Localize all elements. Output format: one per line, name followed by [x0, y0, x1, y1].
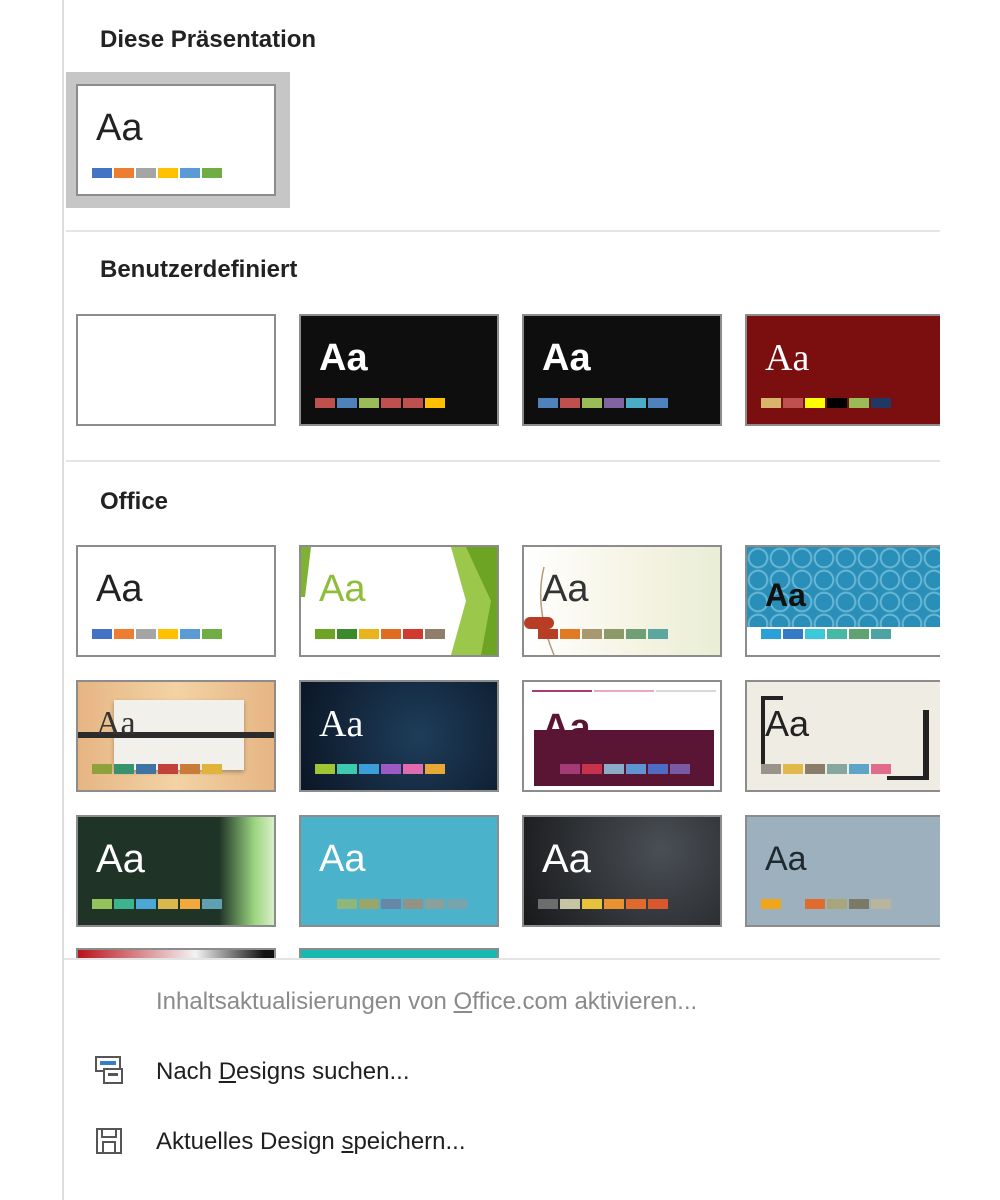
theme-preview-text: Aa	[542, 568, 589, 610]
cmd-text: esigns suchen...	[236, 1058, 410, 1085]
theme-swatches	[560, 764, 690, 774]
theme-swatches	[92, 629, 222, 639]
theme-swatches	[315, 398, 445, 408]
enable-content-updates-item: Inhaltsaktualisierungen von Office.com a…	[156, 988, 697, 1016]
line-decoration	[594, 690, 654, 692]
theme-view[interactable]: Aa	[299, 815, 499, 927]
theme-preview-text: Aa	[96, 107, 143, 149]
theme-swatches	[538, 398, 668, 408]
frame-decoration	[923, 710, 929, 780]
theme-facet[interactable]: Aa	[299, 545, 499, 657]
theme-preview-text: Aa	[319, 337, 368, 379]
theme-office[interactable]: Aa	[76, 545, 276, 657]
theme-preview-text: Aa	[765, 337, 810, 379]
theme-custom-blank[interactable]	[76, 314, 276, 426]
theme-preview-text: Aa	[765, 703, 810, 744]
save-current-design-item[interactable]: Aktuelles Design speichern...	[156, 1128, 466, 1156]
cmd-accelerator: s	[341, 1128, 354, 1155]
line-decoration	[532, 690, 592, 692]
line-decoration	[656, 690, 716, 692]
theme-preview-text: Aa	[319, 568, 366, 610]
theme-ion[interactable]: Aa	[745, 545, 940, 657]
theme-swatches	[761, 398, 891, 408]
block-decoration	[534, 730, 714, 786]
section-title-office: Office	[100, 488, 169, 515]
theme-integral[interactable]: Aa	[522, 545, 722, 657]
theme-savon[interactable]: Aa	[299, 680, 499, 792]
section-title-custom: Benutzerdefiniert	[100, 256, 298, 283]
theme-preview-text: Aa	[542, 837, 591, 881]
separator	[66, 230, 940, 232]
theme-swatches	[92, 168, 222, 178]
theme-frame[interactable]: Aa	[745, 680, 940, 792]
theme-swatches	[761, 629, 891, 639]
theme-swatches	[761, 764, 891, 774]
theme-preview-text: Aa	[96, 705, 136, 742]
theme-preview-text: Aa	[319, 838, 366, 880]
theme-preview-text: Aa	[319, 703, 364, 745]
frame-decoration	[761, 696, 783, 700]
theme-slate[interactable]: Aa	[745, 815, 940, 927]
cmd-text: ffice.com aktivieren...	[472, 988, 698, 1015]
frame-decoration	[887, 776, 929, 780]
theme-swatches	[315, 764, 445, 774]
theme-preview-text: Aa	[96, 837, 145, 881]
theme-preview-text: Aa	[765, 577, 806, 613]
theme-swatches	[337, 899, 467, 909]
theme-swatches	[92, 764, 222, 774]
save-design-icon	[96, 1128, 122, 1154]
design-gallery-panel: Diese Präsentation Aa Benutzerdefiniert …	[62, 0, 940, 1200]
theme-preview-text: Aa	[765, 840, 807, 878]
browse-designs-item[interactable]: Nach Designs suchen...	[156, 1058, 409, 1086]
cmd-text: Inhaltsaktualisierungen von	[156, 988, 454, 1015]
cmd-text: Aktuelles Design	[156, 1128, 342, 1155]
cmd-text: Nach	[156, 1058, 219, 1085]
theme-current[interactable]: Aa	[76, 84, 276, 196]
theme-circuit[interactable]: Aa	[522, 815, 722, 927]
separator	[66, 460, 940, 462]
theme-custom-4[interactable]: Aa	[745, 314, 940, 426]
cmd-text: peichern...	[353, 1128, 466, 1155]
theme-swatches	[92, 899, 222, 909]
theme-wood-type[interactable]: Aa	[76, 680, 276, 792]
browse-designs-icon	[95, 1056, 123, 1084]
theme-swatches	[315, 629, 445, 639]
gallery-commands: Inhaltsaktualisierungen von Office.com a…	[64, 958, 940, 1200]
theme-swatches	[538, 629, 668, 639]
theme-organic[interactable]: Aa	[76, 815, 276, 927]
theme-berlin[interactable]: Aa	[522, 680, 722, 792]
theme-custom-3[interactable]: Aa	[522, 314, 722, 426]
theme-preview-text: Aa	[96, 568, 143, 610]
theme-swatches	[538, 899, 668, 909]
theme-custom-2[interactable]: Aa	[299, 314, 499, 426]
cmd-accelerator: O	[453, 988, 473, 1015]
theme-swatches	[761, 899, 891, 909]
section-title-this-presentation: Diese Präsentation	[100, 26, 317, 53]
cmd-accelerator: D	[218, 1058, 237, 1085]
theme-preview-text: Aa	[542, 337, 591, 379]
